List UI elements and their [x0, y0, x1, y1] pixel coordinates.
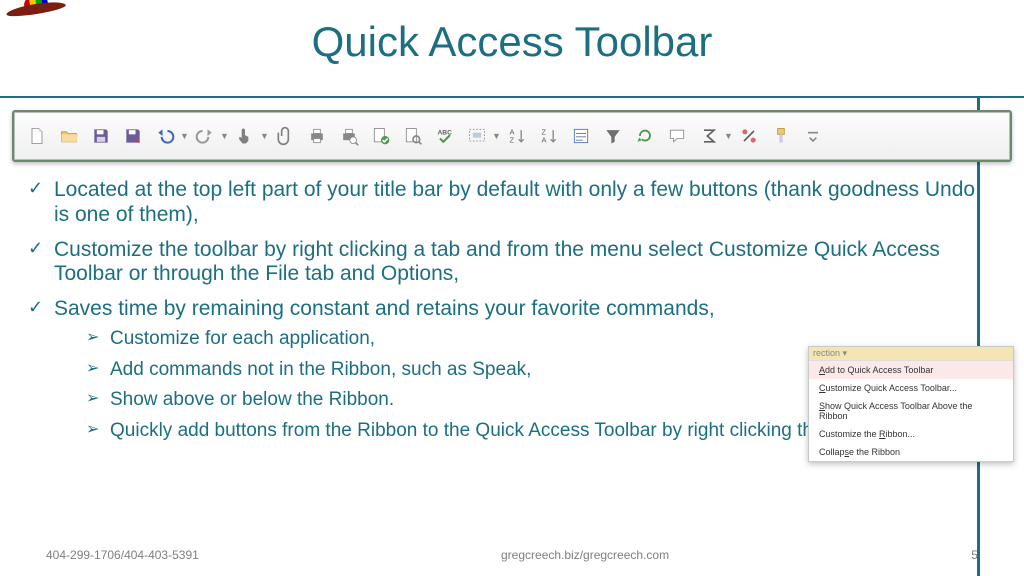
- touch-icon[interactable]: [230, 120, 260, 152]
- comment-icon[interactable]: [662, 120, 692, 152]
- filter-icon[interactable]: [598, 120, 628, 152]
- save-as-icon[interactable]: [118, 120, 148, 152]
- save-icon[interactable]: [86, 120, 116, 152]
- footer: 404-299-1706/404-403-5391 gregcreech.biz…: [0, 548, 1024, 562]
- footer-phone: 404-299-1706/404-403-5391: [46, 548, 199, 562]
- spellcheck-ok-icon[interactable]: [366, 120, 396, 152]
- redo-icon-dropdown[interactable]: ▼: [220, 131, 228, 141]
- quick-access-toolbar: ▼▼▼ABC▼AZZA▼: [12, 110, 1012, 162]
- context-menu-header: rection ▾: [809, 347, 1013, 361]
- sort-asc-icon[interactable]: AZ: [502, 120, 532, 152]
- percent-icon[interactable]: [734, 120, 764, 152]
- context-menu-item[interactable]: Show Quick Access Toolbar Above the Ribb…: [809, 397, 1013, 425]
- bullet-customize: Customize the toolbar by right clicking …: [26, 238, 988, 288]
- format-painter-icon[interactable]: [766, 120, 796, 152]
- redo-icon[interactable]: [190, 120, 220, 152]
- quick-print-icon[interactable]: [302, 120, 332, 152]
- undo-icon-dropdown[interactable]: ▼: [180, 131, 188, 141]
- customize-icon[interactable]: [798, 120, 828, 152]
- doc-search-icon[interactable]: [398, 120, 428, 152]
- bullet-location: Located at the top left part of your tit…: [26, 178, 988, 228]
- page-title: Quick Access Toolbar: [0, 18, 1024, 66]
- svg-text:Z: Z: [510, 136, 515, 145]
- refresh-icon[interactable]: [630, 120, 660, 152]
- svg-text:A: A: [542, 136, 547, 145]
- selection-icon[interactable]: [462, 120, 492, 152]
- attach-icon[interactable]: [270, 120, 300, 152]
- undo-icon[interactable]: [150, 120, 180, 152]
- logo-hat-icon: [6, 4, 66, 14]
- open-folder-icon[interactable]: [54, 120, 84, 152]
- selection-icon-dropdown[interactable]: ▼: [492, 131, 500, 141]
- context-menu-item[interactable]: Collapse the Ribbon: [809, 443, 1013, 461]
- form-icon[interactable]: [566, 120, 596, 152]
- context-menu-item[interactable]: Customize the Ribbon...: [809, 425, 1013, 443]
- footer-page-number: 5: [971, 548, 978, 562]
- autosum-icon[interactable]: [694, 120, 724, 152]
- divider-line: [0, 96, 1024, 99]
- spelling-icon[interactable]: ABC: [430, 120, 460, 152]
- footer-url: gregcreech.biz/gregcreech.com: [501, 548, 669, 562]
- autosum-icon-dropdown[interactable]: ▼: [724, 131, 732, 141]
- print-preview-icon[interactable]: [334, 120, 364, 152]
- context-menu: rection ▾ Add to Quick Access ToolbarCus…: [808, 346, 1014, 462]
- context-menu-item[interactable]: Add to Quick Access Toolbar: [809, 361, 1013, 379]
- new-file-icon[interactable]: [22, 120, 52, 152]
- touch-icon-dropdown[interactable]: ▼: [260, 131, 268, 141]
- bullet-saves-time-text: Saves time by remaining constant and ret…: [54, 297, 715, 320]
- context-menu-item[interactable]: Customize Quick Access Toolbar...: [809, 379, 1013, 397]
- sort-desc-icon[interactable]: ZA: [534, 120, 564, 152]
